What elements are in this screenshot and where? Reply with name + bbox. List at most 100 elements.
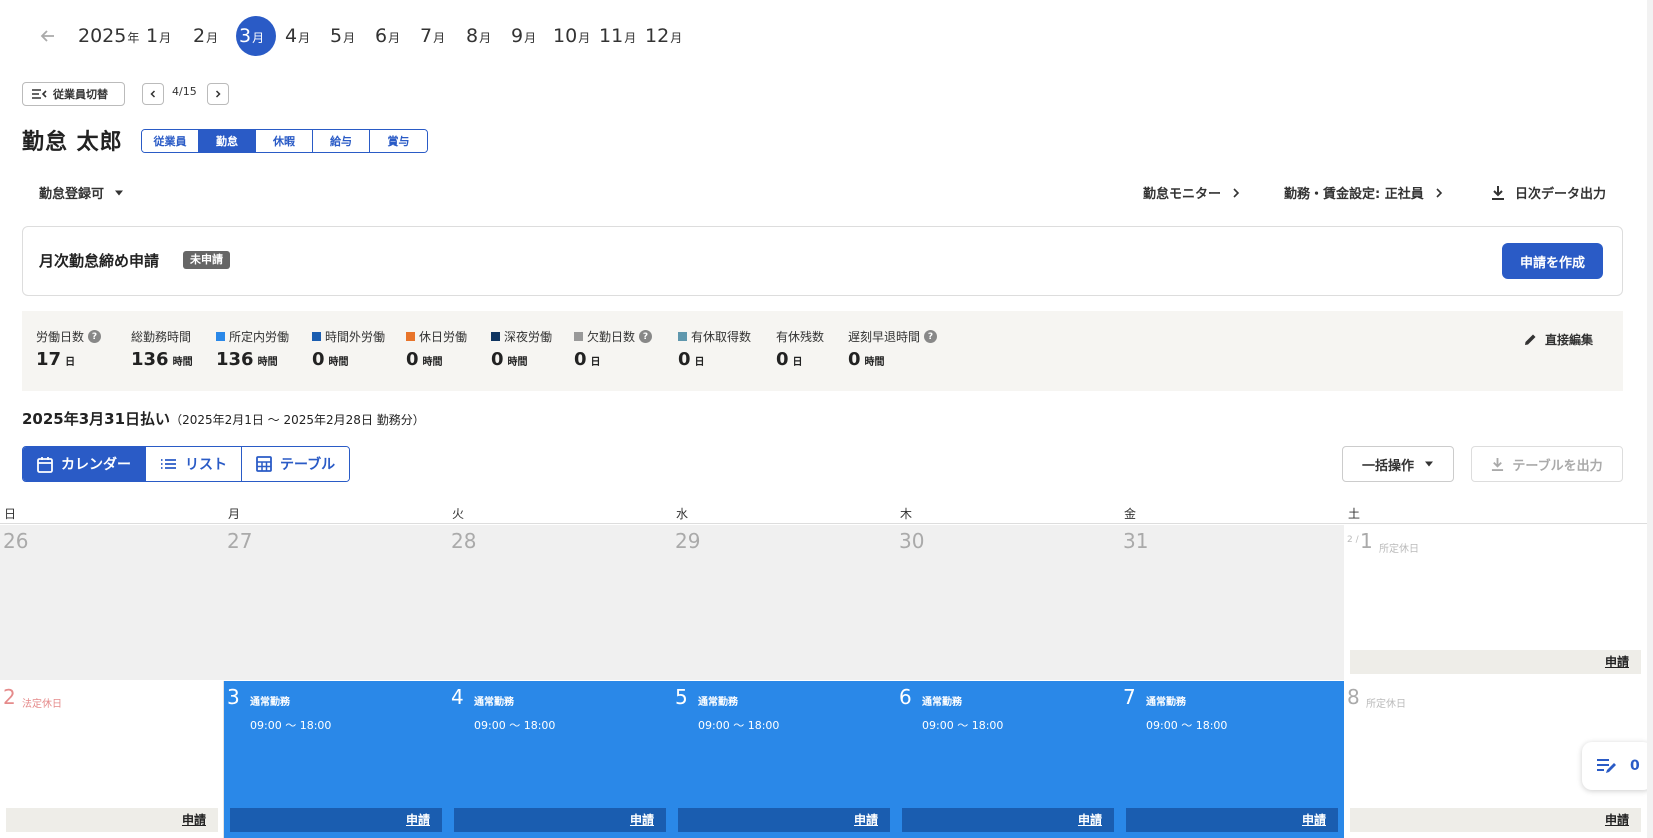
- summary-number: 0: [678, 349, 691, 370]
- calendar-day-cell[interactable]: 4 通常勤務 09:00 〜 18:00 申請: [448, 681, 672, 838]
- next-employee-button[interactable]: [207, 83, 229, 105]
- weekday-2: 火: [452, 507, 465, 521]
- month-5[interactable]: 5月: [330, 14, 355, 58]
- summary-label: 時間外労働: [312, 328, 385, 345]
- calendar-day-cell[interactable]: 6 通常勤務 09:00 〜 18:00 申請: [896, 681, 1120, 838]
- calendar-day-cell[interactable]: 26: [0, 525, 224, 680]
- summary-item: 深夜労働 0 時間: [491, 328, 552, 370]
- table-view-button[interactable]: テーブル: [242, 447, 350, 481]
- calendar-day-cell[interactable]: 30: [896, 525, 1120, 680]
- apply-button[interactable]: 申請: [1350, 808, 1641, 832]
- day-number: 4: [451, 685, 464, 709]
- summary-item: 遅刻早退時間? 0 時間: [848, 328, 938, 370]
- chevron-right-icon: [1233, 187, 1240, 198]
- tab-bonus[interactable]: 賞与: [370, 130, 427, 152]
- weekday-5: 金: [1124, 507, 1137, 521]
- help-icon[interactable]: ?: [639, 330, 653, 343]
- summary-label: 労働日数?: [36, 328, 102, 345]
- month-10[interactable]: 10月: [553, 14, 590, 58]
- tab-salary[interactable]: 給与: [313, 130, 370, 152]
- calendar-day-cell[interactable]: 5 通常勤務 09:00 〜 18:00 申請: [672, 681, 896, 838]
- apply-button[interactable]: 申請: [678, 808, 890, 832]
- bulk-operation-dropdown[interactable]: 一括操作: [1342, 446, 1454, 482]
- apply-button[interactable]: 申請: [1126, 808, 1338, 832]
- calendar-day-cell[interactable]: 2 /1 所定休日 申請: [1344, 525, 1647, 680]
- month-2[interactable]: 2月: [193, 14, 218, 58]
- daily-data-export-button[interactable]: 日次データ出力: [1491, 183, 1606, 202]
- calendar-day-cell[interactable]: 27: [224, 525, 448, 680]
- create-request-button[interactable]: 申請を作成: [1502, 243, 1603, 279]
- month-3[interactable]: 3月: [239, 14, 264, 58]
- month-6[interactable]: 6月: [375, 14, 400, 58]
- list-view-button[interactable]: リスト: [146, 447, 242, 481]
- summary-number: 0: [491, 349, 504, 370]
- help-icon[interactable]: ?: [88, 330, 102, 343]
- day-number: 1: [1360, 529, 1373, 553]
- month-nav: 2025年 1月 2月 3月 4月 5月 6月 7月 8月 9月 10月 11月 12月: [0, 14, 760, 58]
- calendar-day-cell[interactable]: 28: [448, 525, 672, 680]
- prev-employee-button[interactable]: [142, 83, 164, 105]
- chevron-right-icon: [215, 90, 221, 98]
- month-7[interactable]: 7月: [420, 14, 445, 58]
- calendar-day-cell[interactable]: 2 法定休日 申請: [0, 681, 224, 838]
- direct-edit-button[interactable]: 直接編集: [1524, 331, 1593, 348]
- export-table-button[interactable]: テーブルを出力: [1471, 446, 1623, 482]
- employee-tabs: 従業員 勤怠 休暇 給与 賞与: [141, 129, 428, 153]
- page-scrollbar[interactable]: [1647, 0, 1653, 838]
- summary-label: 遅刻早退時間?: [848, 328, 938, 345]
- tab-employee[interactable]: 従業員: [142, 130, 199, 152]
- tab-leave[interactable]: 休暇: [256, 130, 313, 152]
- apply-button[interactable]: 申請: [1350, 650, 1641, 674]
- summary-unit: 日: [792, 357, 803, 368]
- day-number: 26: [3, 529, 29, 553]
- summary-label: 有休取得数: [678, 328, 751, 345]
- month-number: 6: [375, 25, 388, 47]
- day-number: 31: [1123, 529, 1149, 553]
- month-4[interactable]: 4月: [285, 14, 310, 58]
- calendar-day-cell[interactable]: 29: [672, 525, 896, 680]
- summary-label: 所定内労働: [216, 328, 289, 345]
- month-9[interactable]: 9月: [511, 14, 536, 58]
- day-number: 2: [3, 685, 16, 709]
- apply-button[interactable]: 申請: [6, 808, 218, 832]
- month-11[interactable]: 11月: [599, 14, 636, 58]
- help-icon[interactable]: ?: [924, 330, 938, 343]
- summary-value: 136 時間: [131, 349, 193, 370]
- calendar-view-button[interactable]: カレンダー: [23, 447, 146, 481]
- month-suffix: 月: [343, 31, 356, 45]
- memo-counter-button[interactable]: 0: [1582, 742, 1653, 790]
- apply-button[interactable]: 申請: [230, 808, 442, 832]
- summary-value: 136 時間: [216, 349, 289, 370]
- memo-count: 0: [1630, 758, 1640, 774]
- apply-button[interactable]: 申請: [454, 808, 666, 832]
- summary-label: 欠勤日数?: [574, 328, 653, 345]
- summary-value: 0 時間: [491, 349, 552, 370]
- calendar-day-cell[interactable]: 3 通常勤務 09:00 〜 18:00 申請: [224, 681, 448, 838]
- month-suffix: 月: [298, 31, 311, 45]
- summary-item: 労働日数? 17 日: [36, 328, 102, 370]
- attendance-monitor-link[interactable]: 勤怠モニター: [1143, 183, 1243, 202]
- apply-button[interactable]: 申請: [902, 808, 1114, 832]
- back-arrow-icon[interactable]: [38, 26, 58, 46]
- summary-value: 17 日: [36, 349, 101, 370]
- summary-item: 有休取得数 0 日: [678, 328, 751, 370]
- month-suffix: 月: [670, 31, 683, 45]
- month-12[interactable]: 12月: [645, 14, 682, 58]
- attendance-status-dropdown[interactable]: 勤怠登録可: [39, 183, 124, 202]
- month-1[interactable]: 1月: [146, 14, 171, 58]
- work-wage-settings-link[interactable]: 勤務・賃金設定: 正社員: [1284, 183, 1446, 202]
- daily-data-export-label: 日次データ出力: [1515, 187, 1607, 202]
- weekday-0: 日: [4, 507, 17, 521]
- direct-edit-label: 直接編集: [1545, 333, 1594, 347]
- pencil-icon: [1525, 334, 1536, 345]
- summary-item: 欠勤日数? 0 日: [574, 328, 653, 370]
- calendar-day-cell[interactable]: 7 通常勤務 09:00 〜 18:00 申請: [1120, 681, 1344, 838]
- month-8[interactable]: 8月: [466, 14, 491, 58]
- calendar-day-cell[interactable]: 31: [1120, 525, 1344, 680]
- shift-type: 通常勤務: [1146, 697, 1186, 708]
- switch-employee-button[interactable]: 従業員切替: [22, 82, 125, 106]
- year-label[interactable]: 2025年: [78, 14, 139, 58]
- calendar-weekday-header: 日月火水木金土: [0, 502, 1653, 524]
- tab-attendance[interactable]: 勤怠: [199, 130, 256, 152]
- day-number: 7: [1123, 685, 1136, 709]
